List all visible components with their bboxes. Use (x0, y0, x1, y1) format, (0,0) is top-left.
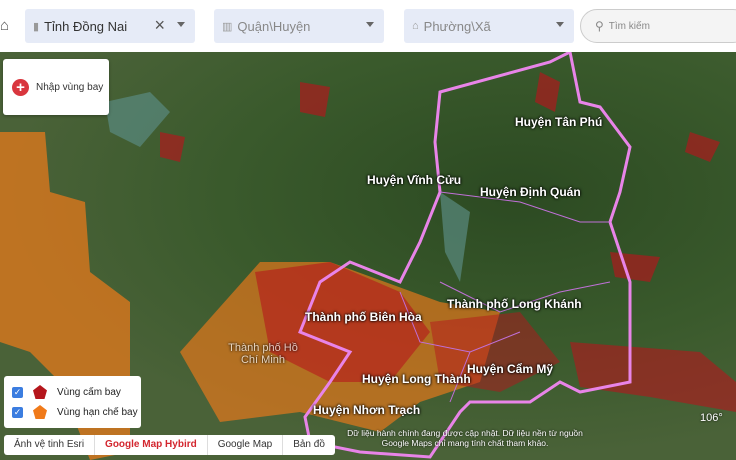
district-select[interactable]: ▥ Quận\Huyện (214, 9, 384, 43)
district-label[interactable]: Huyện Vĩnh Cửu (367, 173, 461, 187)
building-icon: ▮ (33, 20, 40, 33)
filter-bar: ⌂ ▮ Tỉnh Đồng Nai × ▥ Quận\Huyện ⌂ Phườn… (0, 0, 736, 52)
bank-icon: ▥ (222, 20, 233, 33)
district-label[interactable]: Thành phố Long Khánh (447, 297, 582, 311)
clear-icon[interactable]: × (154, 15, 165, 36)
home-icon[interactable]: ⌂ (0, 17, 14, 34)
city-label: Thành phố Hồ Chí Minh (228, 342, 298, 366)
basemap-switcher: Ảnh vệ tinh Esri Google Map Hybird Googl… (4, 435, 335, 455)
district-label[interactable]: Huyện Nhơn Trạch (313, 403, 420, 417)
checkbox-checked-icon[interactable]: ✓ (12, 406, 23, 418)
home-icon: ⌂ (412, 20, 419, 32)
legend: ✓ Vùng cấm bay ✓ Vùng hạn chế bay (4, 376, 141, 428)
coordinate-readout: 106° (700, 412, 723, 424)
district-label[interactable]: Huyện Long Thành (362, 372, 471, 386)
district-label[interactable]: Huyện Định Quán (480, 185, 581, 199)
no-fly-zone (570, 342, 736, 412)
chevron-down-icon (556, 22, 564, 31)
legend-item-restricted[interactable]: ✓ Vùng hạn chế bay (12, 402, 141, 422)
legend-item-no-fly[interactable]: ✓ Vùng cấm bay (12, 382, 141, 402)
search-icon: ⚲ (595, 19, 604, 33)
checkbox-checked-icon[interactable]: ✓ (12, 386, 23, 398)
district-label[interactable]: Huyện Tân Phú (515, 115, 602, 129)
basemap-google-hybrid[interactable]: Google Map Hybird (95, 435, 208, 455)
basemap-vector[interactable]: Bản đồ (283, 435, 335, 455)
district-label[interactable]: Huyện Cẩm Mỹ (467, 362, 553, 376)
add-zone-button[interactable]: + Nhập vùng bay (3, 59, 109, 115)
province-select[interactable]: ▮ Tỉnh Đồng Nai × (25, 9, 195, 43)
basemap-esri[interactable]: Ảnh vệ tinh Esri (4, 435, 96, 455)
district-label[interactable]: Thành phố Biên Hòa (305, 310, 422, 324)
basemap-google[interactable]: Google Map (208, 435, 284, 455)
search-input[interactable]: ⚲ Tìm kiếm (580, 9, 736, 43)
plus-icon: + (12, 78, 29, 96)
pentagon-icon (33, 385, 47, 399)
data-notice: Dữ liệu hành chính đang được cập nhật. D… (347, 428, 583, 448)
pentagon-icon (33, 405, 47, 419)
ward-select[interactable]: ⌂ Phường\Xã (404, 9, 574, 43)
chevron-down-icon (177, 22, 185, 31)
chevron-down-icon (366, 22, 374, 31)
